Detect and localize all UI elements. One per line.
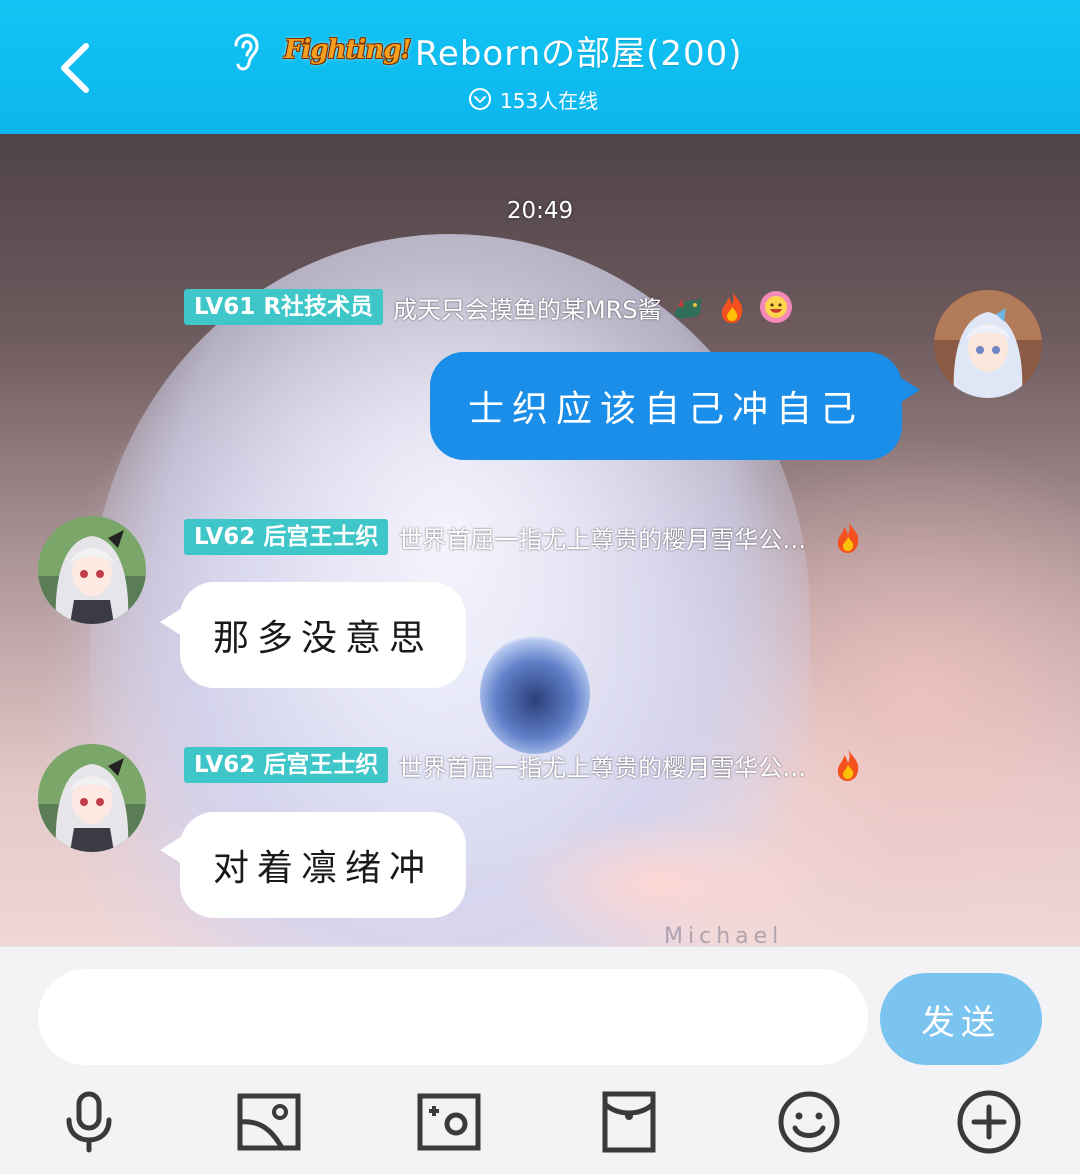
sender-meta: LV62 后宫王士织 世界首屈一指尤上尊贵的樱月雪华公… [184, 746, 1044, 784]
level-badge: LV62 后宫王士织 [184, 747, 389, 783]
user-signature: 世界首屈一指尤上尊贵的樱月雪华公… [398, 753, 807, 782]
avatar[interactable] [38, 516, 146, 624]
fire-icon [721, 291, 742, 323]
camera-button[interactable] [414, 1087, 484, 1157]
avatar-image [38, 744, 146, 852]
online-count: 153人在线 [500, 88, 599, 113]
send-button[interactable]: 发送 [880, 973, 1042, 1065]
brand-logo: Fighting! [284, 35, 412, 65]
user-signature: 世界首屈一指尤上尊贵的樱月雪华公… [398, 525, 807, 554]
more-button[interactable] [954, 1087, 1024, 1157]
bubble-tail [160, 836, 182, 864]
sender-meta: LV62 后宫王士织 世界首屈一指尤上尊贵的樱月雪华公… [184, 518, 1044, 556]
avatar-image [934, 290, 1042, 398]
message-bubble[interactable]: 对着凛绪冲 [180, 812, 466, 918]
dragon-icon [673, 297, 702, 319]
header-bar: Fighting! Rebornの部屋(200) 153人在线 [0, 0, 1080, 134]
user-signature: 成天只会摸鱼的某MRS酱 [393, 295, 662, 324]
image-button[interactable] [234, 1087, 304, 1157]
image-icon [237, 1093, 301, 1151]
message-bubble[interactable]: 那多没意思 [180, 582, 466, 688]
camera-icon [417, 1093, 481, 1151]
sender-meta: LV61 R社技术员 成天只会摸鱼的某MRS酱 [184, 288, 904, 326]
room-title-row[interactable]: Fighting! Rebornの部屋(200) [226, 24, 743, 76]
red-packet-button[interactable] [594, 1087, 664, 1157]
level-badge: LV61 R社技术员 [184, 289, 384, 325]
microphone-icon [66, 1091, 112, 1153]
message-input[interactable] [38, 969, 868, 1065]
message-bubble[interactable]: 士织应该自己冲自己 [430, 352, 902, 460]
fire-icon [838, 749, 859, 781]
plus-icon [957, 1090, 1021, 1154]
composer: 发送 [0, 946, 1080, 1174]
bubble-tail [898, 376, 920, 404]
red-packet-icon [602, 1091, 656, 1153]
back-button[interactable] [50, 36, 110, 100]
chevron-left-icon [61, 43, 89, 93]
bubble-tail [160, 608, 182, 636]
message-text: 对着凛绪冲 [212, 848, 433, 889]
smile-face-icon [759, 291, 792, 323]
level-badge: LV62 后宫王士织 [184, 519, 389, 555]
message-timestamp: 20:49 [506, 198, 574, 224]
message-text: 士织应该自己冲自己 [467, 389, 864, 430]
ear-icon[interactable] [226, 25, 266, 75]
avatar-image [38, 516, 146, 624]
room-title: Rebornの部屋(200) [414, 33, 743, 74]
background-watermark: Michael [664, 924, 784, 946]
background-illustration-eye [480, 634, 590, 754]
avatar[interactable] [38, 744, 146, 852]
fire-icon [838, 521, 859, 553]
emoji-icon [778, 1091, 840, 1153]
send-label: 发送 [921, 1002, 1001, 1043]
chevron-down-circle-icon [469, 88, 491, 110]
chat-message-list[interactable]: Michael 20:49 LV61 R社技术员 成天只会摸鱼的某MRS酱 士织… [0, 134, 1080, 946]
voice-button[interactable] [54, 1087, 124, 1157]
avatar[interactable] [934, 290, 1042, 398]
message-text: 那多没意思 [212, 618, 433, 659]
online-status[interactable]: 153人在线 [468, 84, 598, 114]
chat-screen: Fighting! Rebornの部屋(200) 153人在线 Michael … [0, 0, 1080, 1174]
emoji-button[interactable] [774, 1087, 844, 1157]
